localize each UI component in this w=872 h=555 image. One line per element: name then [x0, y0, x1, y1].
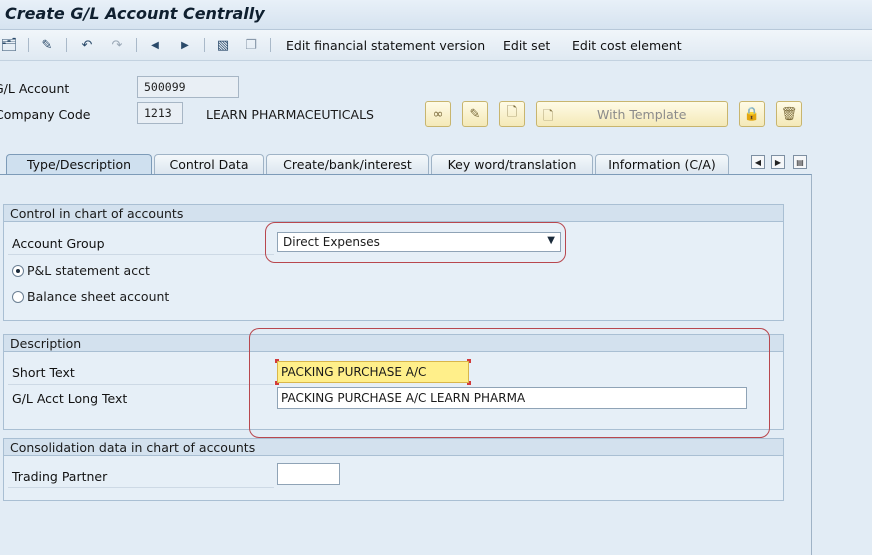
trading-partner-label: Trading Partner [12, 469, 108, 484]
change-button[interactable]: ✎ [462, 101, 488, 127]
pl-statement-radio[interactable]: P&L statement acct [12, 263, 150, 278]
consolidation-group-title: Consolidation data in chart of accounts [4, 439, 783, 456]
balance-sheet-radio[interactable]: Balance sheet account [12, 289, 169, 304]
lock-button[interactable]: 🔒 [739, 101, 765, 127]
pl-statement-label: P&L statement acct [27, 263, 150, 278]
tab-information-ca[interactable]: Information (C/A) [595, 154, 729, 174]
trading-partner-input[interactable] [277, 463, 340, 485]
balance-sheet-label: Balance sheet account [27, 289, 170, 304]
toolbar-separator [66, 38, 67, 52]
company-name: LEARN PHARMACEUTICALS [206, 107, 374, 122]
tab-scroll-left-icon[interactable]: ◀ [751, 155, 765, 169]
other-object-icon[interactable]: 🗂 [0, 37, 18, 53]
with-template-label: With Template [597, 107, 687, 122]
control-group-title: Control in chart of accounts [4, 205, 783, 222]
row-divider [8, 254, 274, 255]
consolidation-group: Consolidation data in chart of accounts [3, 438, 784, 501]
pencil-icon: ✎ [469, 106, 481, 122]
toolbar-separator [136, 38, 137, 52]
glasses-icon: ∞ [432, 106, 444, 122]
tab-create-bank-interest[interactable]: Create/bank/interest [266, 154, 429, 174]
long-text-label: G/L Acct Long Text [12, 391, 128, 406]
row-divider [8, 487, 274, 488]
edit-cost-element-button[interactable]: Edit cost element [572, 38, 682, 53]
toolbar-separator [204, 38, 205, 52]
display-button[interactable]: ∞ [425, 101, 451, 127]
tab-strip: Type/Description Control Data Create/ban… [0, 154, 812, 174]
next-icon[interactable]: ▶ [176, 37, 194, 53]
document-icon: 🗋 [506, 105, 518, 120]
gl-account-field[interactable]: 500099 [137, 76, 239, 98]
toolbar-separator [270, 38, 271, 52]
financial-statement-icon[interactable]: ▧ [214, 37, 232, 53]
highlight-description [249, 328, 770, 438]
application-toolbar: 🗂 ✎ ↶ ↷ ◀ ▶ ▧ ❐ Edit financial statement… [0, 30, 872, 61]
lock-icon: 🔒 [743, 106, 761, 122]
company-code-field[interactable]: 1213 [137, 102, 183, 124]
radio-selected-icon [12, 264, 24, 277]
redo-icon[interactable]: ↷ [108, 37, 126, 53]
with-template-button[interactable]: 🗋 With Template [536, 101, 728, 127]
edit-set-button[interactable]: Edit set [503, 38, 550, 53]
edit-fsv-button[interactable]: Edit financial statement version [286, 38, 485, 53]
previous-icon[interactable]: ◀ [146, 37, 164, 53]
display-change-icon[interactable]: ✎ [38, 37, 56, 53]
tab-scroll-right-icon[interactable]: ▶ [771, 155, 785, 169]
window-title: Create G/L Account Centrally [5, 4, 265, 23]
toolbar-separator [28, 38, 29, 52]
company-code-label: Company Code [0, 107, 91, 122]
tab-control-data[interactable]: Control Data [154, 154, 264, 174]
radio-unselected-icon [12, 290, 24, 303]
undo-icon[interactable]: ↶ [78, 37, 96, 53]
short-text-label: Short Text [12, 365, 75, 380]
row-divider [8, 384, 274, 385]
trash-icon: 🗑 [780, 106, 798, 122]
create-button[interactable]: 🗋 [499, 101, 525, 127]
tab-type-description[interactable]: Type/Description [6, 154, 152, 174]
gl-account-label: G/L Account [0, 81, 70, 96]
highlight-account-group [265, 222, 566, 263]
copy-icon[interactable]: ❐ [242, 37, 260, 53]
title-bar: Create G/L Account Centrally [0, 0, 872, 30]
tab-list-icon[interactable]: ▤ [793, 155, 807, 169]
tab-key-word-translation[interactable]: Key word/translation [431, 154, 593, 174]
delete-button[interactable]: 🗑 [776, 101, 802, 127]
document-icon: 🗋 [543, 109, 554, 124]
account-group-label: Account Group [12, 236, 105, 251]
